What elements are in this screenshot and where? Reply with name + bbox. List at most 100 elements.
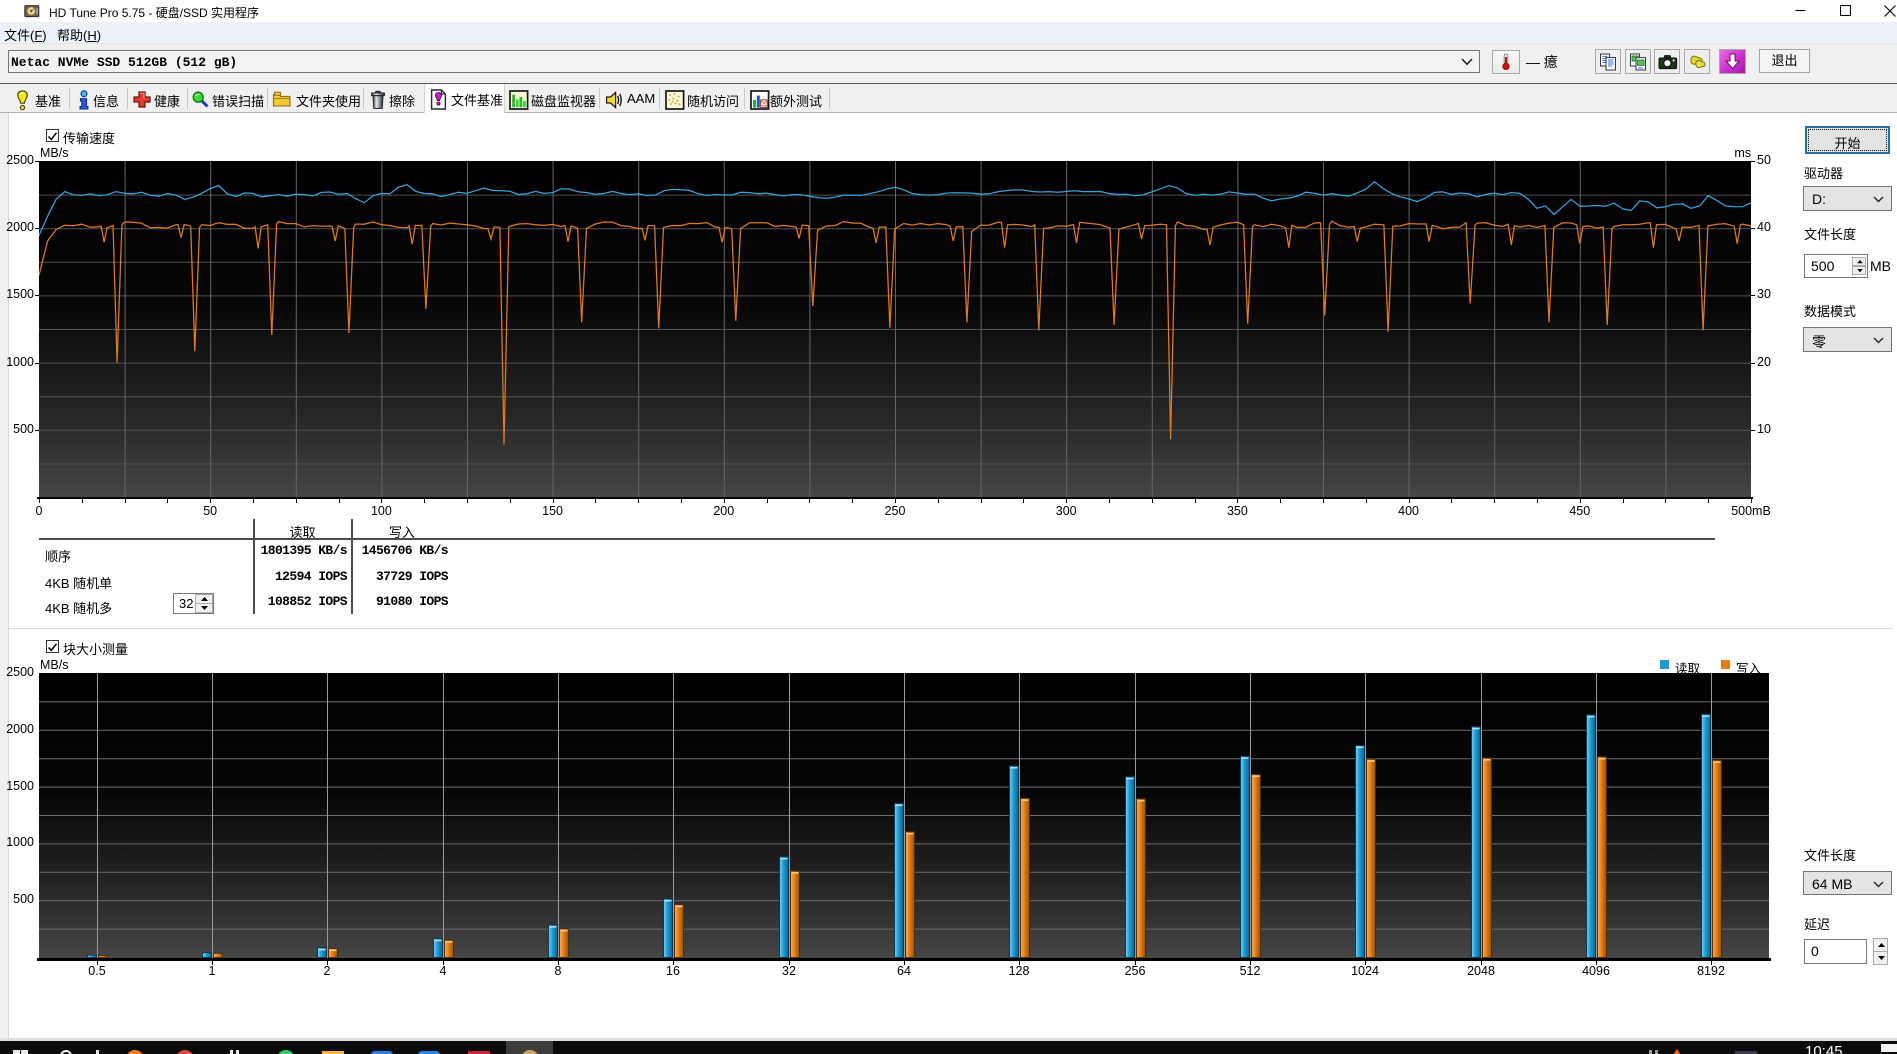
toolbar: Netac NVMe SSD 512GB (512 gB) — 癔 退出 (0, 44, 1897, 84)
notes-icon[interactable] (230, 1043, 239, 1054)
axis-label: 4096 (1582, 964, 1610, 978)
tab-info[interactable]: 信息 (70, 86, 128, 112)
axis-tick (35, 295, 39, 297)
axis-label: 30 (1757, 287, 1771, 302)
tab-magnifier[interactable]: 错误扫描 (188, 86, 268, 112)
file-length2-select[interactable]: 64 MB (1803, 871, 1892, 895)
menu-help[interactable]: 帮助(H) (57, 25, 101, 43)
rand-multi-write-value: 91080 IOPS (375, 594, 449, 609)
extra-tests-icon (750, 90, 770, 110)
axis-label: 40 (1757, 220, 1771, 235)
axis-tick (1708, 499, 1710, 503)
axis-label: 150 (542, 504, 564, 518)
queue-depth-arrows[interactable] (195, 594, 213, 613)
axis-label: 2 (323, 964, 331, 978)
block-size-checkbox[interactable] (46, 640, 59, 653)
download-button[interactable] (1719, 49, 1746, 74)
start-button[interactable]: 开始 (1805, 126, 1890, 154)
tab-trash[interactable]: 擦除 (364, 86, 424, 112)
axis-tick (35, 429, 39, 431)
magnifier-icon (191, 90, 209, 108)
legend-swatch-read (1660, 660, 1669, 669)
video-app-icon[interactable] (418, 1043, 440, 1054)
axis-tick (253, 499, 254, 503)
screenshot-button[interactable] (1654, 49, 1680, 74)
health-cross-icon (132, 90, 151, 108)
file-length2-value: 64 MB (1812, 876, 1853, 892)
axis-label: 400 (1398, 504, 1420, 518)
drive-letter-value: D: (1812, 191, 1826, 207)
red-gold-app-icon[interactable] (468, 1043, 490, 1054)
delay-label: 延迟 (1804, 917, 1831, 932)
app-blue-icon[interactable] (371, 1043, 393, 1054)
table-header-underline (39, 538, 1715, 540)
seq-write-value: 1456706 KB/s (361, 543, 449, 558)
tab-label: 额外测试 (770, 94, 823, 109)
tab-extra-tests[interactable]: 额外测试 (745, 86, 830, 112)
tab-folder[interactable]: 文件夹使用 (268, 86, 364, 112)
block-size-chart (39, 673, 1769, 961)
tray-marks-icon[interactable] (1649, 1043, 1658, 1054)
tab-label: 磁盘监视器 (531, 94, 597, 109)
data-mode-select[interactable]: 零 (1803, 327, 1892, 352)
axis-label: 50 (1757, 153, 1771, 167)
search-icon[interactable] (60, 1043, 72, 1054)
netease-music-icon[interactable] (176, 1043, 194, 1054)
tab-health-cross[interactable]: 健康 (128, 86, 188, 112)
tab-label: 文件基准 (451, 93, 504, 108)
axis-label: 1 (208, 964, 216, 978)
axis-tick (295, 499, 297, 503)
donate-button[interactable] (1684, 49, 1710, 74)
transfer-speed-checkbox[interactable] (46, 129, 59, 142)
flame-tray-icon[interactable] (1670, 1043, 1684, 1054)
file-length-arrows[interactable] (1852, 257, 1870, 275)
copy-image-button[interactable] (1625, 49, 1651, 74)
chevron-down-icon (1873, 337, 1884, 344)
file-length-value: 500 (1811, 258, 1835, 274)
drive-letter-select[interactable]: D: (1803, 186, 1892, 211)
exit-button[interactable]: 退出 (1759, 49, 1810, 73)
tab-label: 文件夹使用 (296, 94, 362, 109)
tab-random-access[interactable]: 随机访问 (660, 86, 745, 112)
taskbar: 10:45 (0, 1041, 1897, 1054)
menu-file[interactable]: 文件(F) (4, 25, 47, 43)
axis-tick (1751, 295, 1755, 297)
axis-label: 100 (370, 504, 392, 518)
tab-bulb[interactable]: 基准 (10, 86, 70, 112)
taskbar-tray-icon[interactable] (1881, 1044, 1897, 1052)
copy-text-button[interactable] (1595, 49, 1621, 74)
tab-file-benchmark[interactable]: 文件基准 (424, 84, 505, 113)
minimize-button[interactable] (1778, 0, 1823, 22)
queue-depth-spinner[interactable]: 32 (173, 593, 214, 614)
temperature-button[interactable] (1492, 50, 1520, 74)
close-button[interactable] (1867, 0, 1897, 22)
axis-tick (327, 961, 328, 965)
axis-tick (766, 499, 768, 503)
axis-tick (558, 961, 559, 965)
axis-label: 16 (666, 964, 680, 978)
drive-label: 驱动器 (1804, 166, 1844, 181)
tab-disk-monitor[interactable]: 磁盘监视器 (505, 86, 600, 112)
taskbar-clock[interactable]: 10:45 (1805, 1043, 1843, 1054)
axis-tick (124, 499, 126, 503)
delay-input[interactable]: 0 (1804, 939, 1867, 964)
drive-selector[interactable]: Netac NVMe SSD 512GB (512 gB) (8, 50, 1480, 73)
file-length-spinbox[interactable]: 500 (1804, 254, 1868, 278)
dark-tray-icon[interactable] (1735, 1043, 1757, 1054)
bulb-icon (15, 90, 33, 111)
maximize-button[interactable] (1823, 0, 1868, 22)
folder-icon[interactable] (322, 1043, 344, 1054)
windows-start-icon[interactable] (13, 1043, 28, 1054)
hdtune-taskbar-icon[interactable] (521, 1043, 539, 1054)
random-access-icon (665, 90, 685, 110)
tab-speaker[interactable]: AAM (600, 86, 660, 112)
transfer-speed-label: 传输速度 (63, 131, 116, 146)
firefox-icon[interactable] (126, 1043, 144, 1054)
pin-icon[interactable] (96, 1043, 99, 1054)
wechat-icon[interactable] (277, 1043, 295, 1054)
chevron-down-icon (1873, 196, 1884, 203)
tab-label: 擦除 (389, 94, 416, 109)
axis-tick (595, 499, 597, 503)
delay-arrows[interactable] (1873, 938, 1891, 966)
file-benchmark-panel: 传输速度 MB/s ms 2500 2000 1500 1000 500 50 40 30 20 10… (6, 113, 1897, 1038)
